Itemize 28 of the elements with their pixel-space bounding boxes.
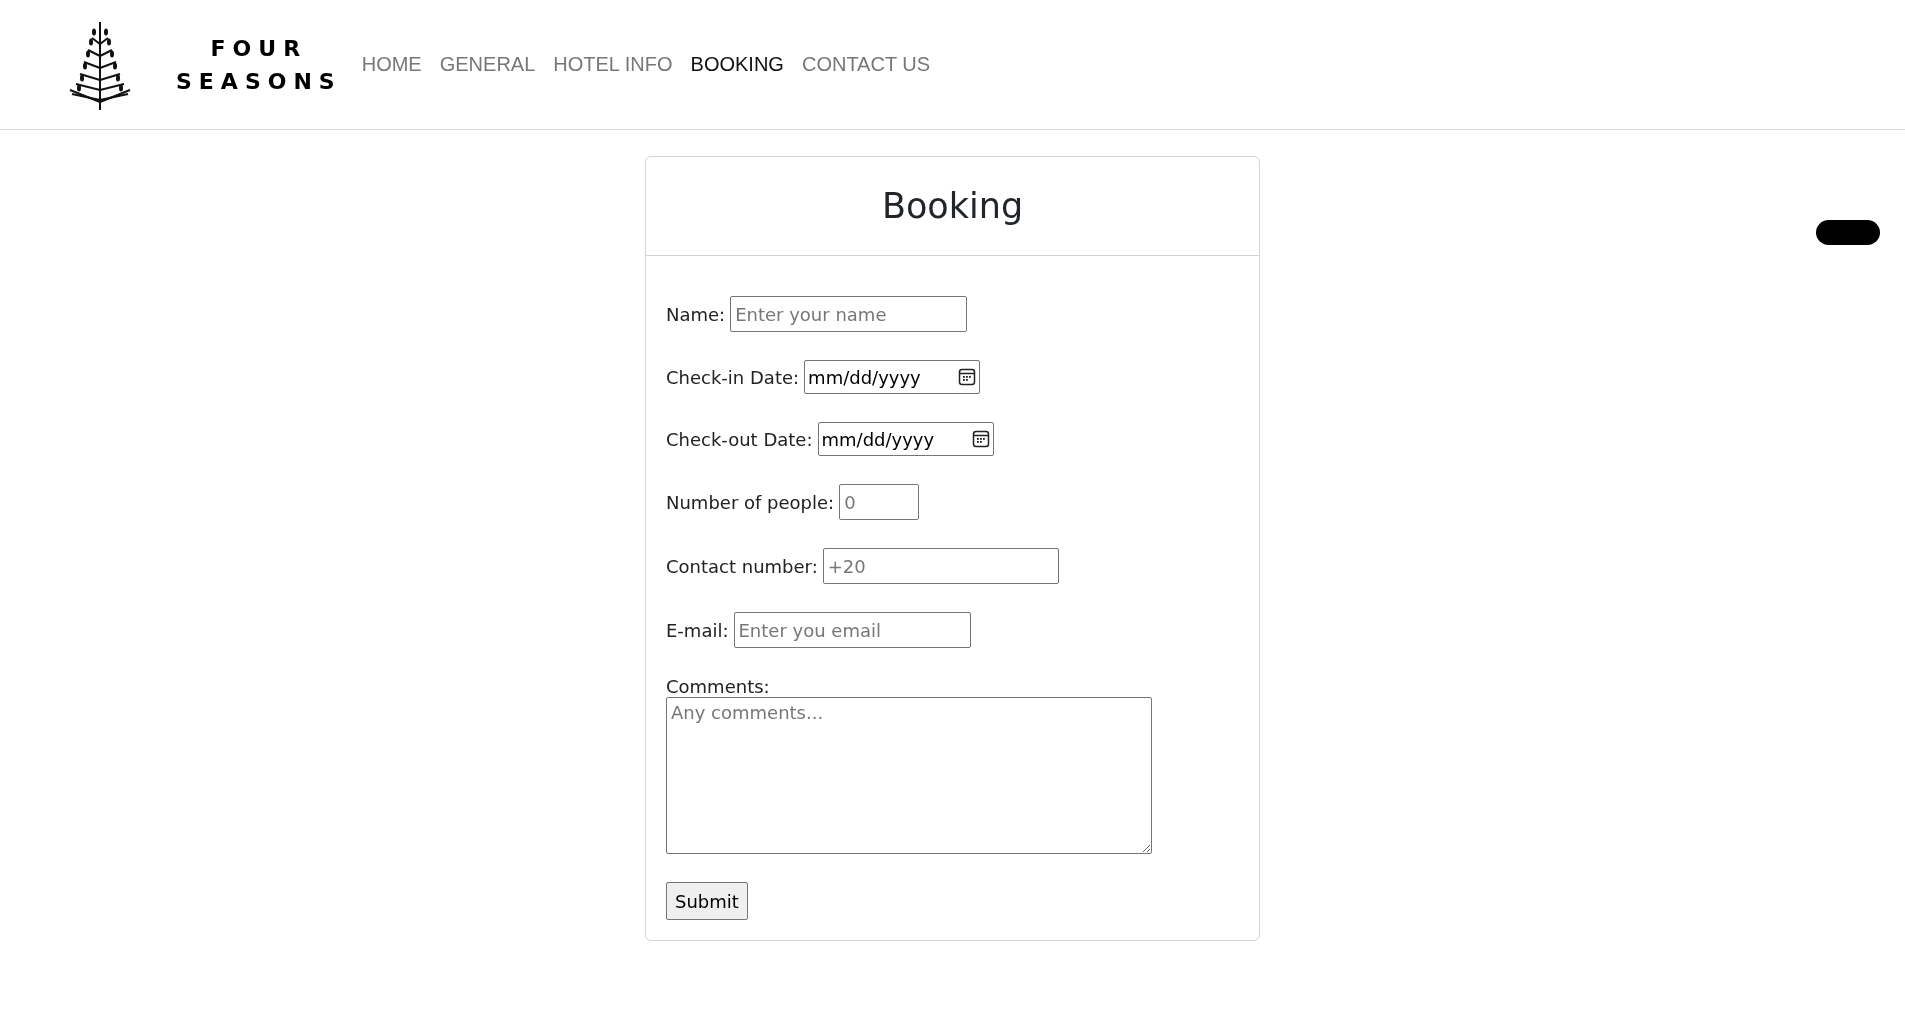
submit-button[interactable]: Submit — [666, 882, 748, 920]
date-value: mm/dd/yyyy — [821, 428, 935, 450]
field-label: Name: — [666, 303, 726, 325]
input-field[interactable]: Enter your name — [730, 296, 968, 332]
nav-link[interactable]: HOME — [361, 53, 422, 76]
nav-link[interactable]: HOTEL INFO — [553, 53, 673, 76]
date-field[interactable]: mm/dd/yyyy — [817, 422, 994, 456]
rounded-bar — [1816, 220, 1880, 245]
number-field[interactable]: 0 — [839, 484, 920, 520]
field-label: Check-in Date: — [666, 366, 800, 388]
field-label: Check-out Date: — [666, 428, 813, 450]
brand-name: SEASONS — [176, 68, 342, 94]
comments-field[interactable]: Any comments... — [666, 697, 1152, 854]
date-field[interactable]: mm/dd/yyyy — [804, 360, 981, 394]
field-label: E-mail: — [666, 619, 729, 641]
nav-link[interactable]: BOOKING — [690, 53, 784, 76]
calendar-icon[interactable] — [971, 430, 990, 448]
calendar-icon[interactable] — [958, 368, 977, 386]
input-field[interactable]: Enter you email — [733, 612, 971, 648]
nav-link[interactable]: CONTACT US — [801, 53, 931, 76]
date-value: mm/dd/yyyy — [808, 366, 921, 388]
field-label: Comments: — [666, 676, 771, 697]
brand-name: FOUR — [210, 35, 308, 61]
form-title: Booking — [881, 186, 1024, 226]
field-label: Number of people: — [666, 491, 835, 513]
nav-link[interactable]: GENERAL — [439, 53, 536, 76]
field-label: Contact number: — [666, 555, 818, 577]
input-field[interactable]: +20 — [822, 548, 1059, 584]
